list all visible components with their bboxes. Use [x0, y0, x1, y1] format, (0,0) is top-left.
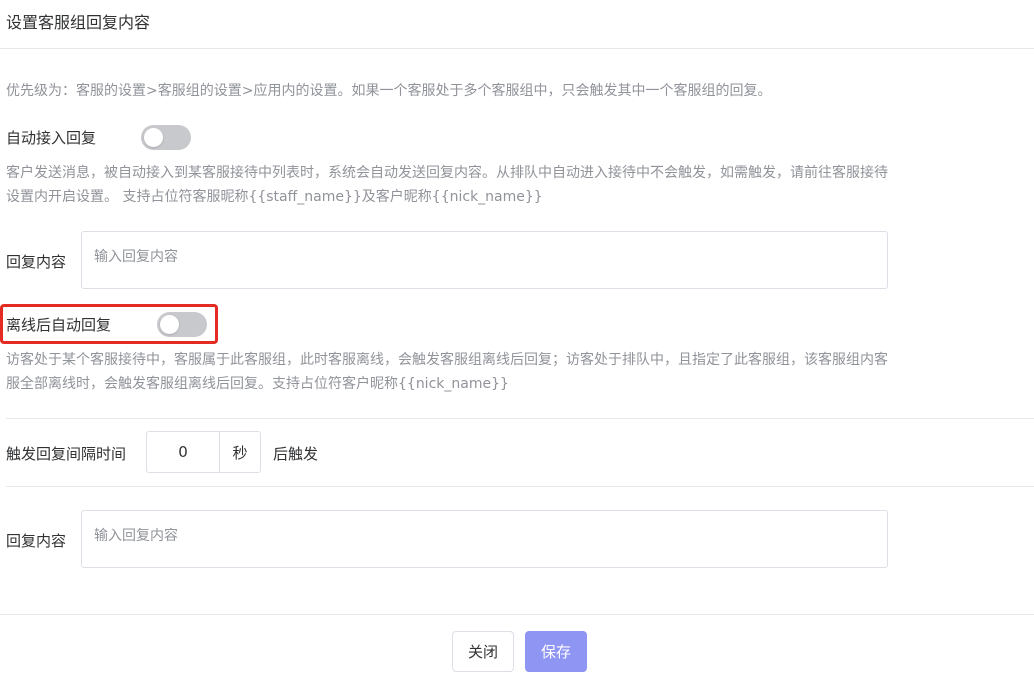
- footer-divider: [0, 614, 1034, 615]
- auto-join-description-line1: 客户发送消息，被自动接入到某客服接待中列表时，系统会自动发送回复内容。从排队中自…: [6, 165, 888, 181]
- offline-reply-label: 离线后自动回复: [6, 316, 112, 334]
- section-divider: [6, 418, 1034, 419]
- save-button[interactable]: 保存: [525, 631, 587, 672]
- auto-join-label: 自动接入回复: [6, 129, 97, 147]
- section-divider: [6, 486, 1034, 487]
- auto-join-description-line2: 设置内开启设置。 支持占位符客服昵称{{staff_name}}及客户昵称{{n…: [6, 189, 543, 205]
- switch-knob: [160, 315, 179, 334]
- dialog-title: 设置客服组回复内容: [6, 13, 151, 32]
- reply-settings-dialog: 设置客服组回复内容 优先级为：客服的设置>客服组的设置>应用内的设置。如果一个客…: [0, 0, 1034, 681]
- priority-note: 优先级为：客服的设置>客服组的设置>应用内的设置。如果一个客服处于多个客服组中，…: [6, 83, 772, 99]
- close-button[interactable]: 关闭: [452, 631, 514, 672]
- offline-reply-switch[interactable]: [157, 312, 207, 337]
- auto-join-switch[interactable]: [141, 125, 191, 150]
- interval-input-group: 秒: [146, 431, 261, 473]
- interval-value-input[interactable]: [147, 432, 219, 472]
- interval-reply-input[interactable]: [81, 510, 888, 568]
- interval-unit: 秒: [219, 432, 260, 472]
- header-divider: [0, 48, 1034, 49]
- interval-label: 触发回复间隔时间: [6, 445, 127, 463]
- offline-reply-description-line1: 访客处于某个客服接待中，客服属于此客服组，此时客服离线，会触发客服组离线后回复；…: [6, 352, 888, 368]
- switch-knob: [144, 128, 163, 147]
- auto-join-reply-input[interactable]: [81, 231, 888, 289]
- interval-suffix: 后触发: [273, 445, 319, 463]
- offline-reply-description-line2: 服全部离线时，会触发客服组离线后回复。支持占位符客户昵称{{nick_name}…: [6, 376, 509, 392]
- auto-join-reply-label: 回复内容: [6, 253, 67, 271]
- interval-reply-label: 回复内容: [6, 532, 67, 550]
